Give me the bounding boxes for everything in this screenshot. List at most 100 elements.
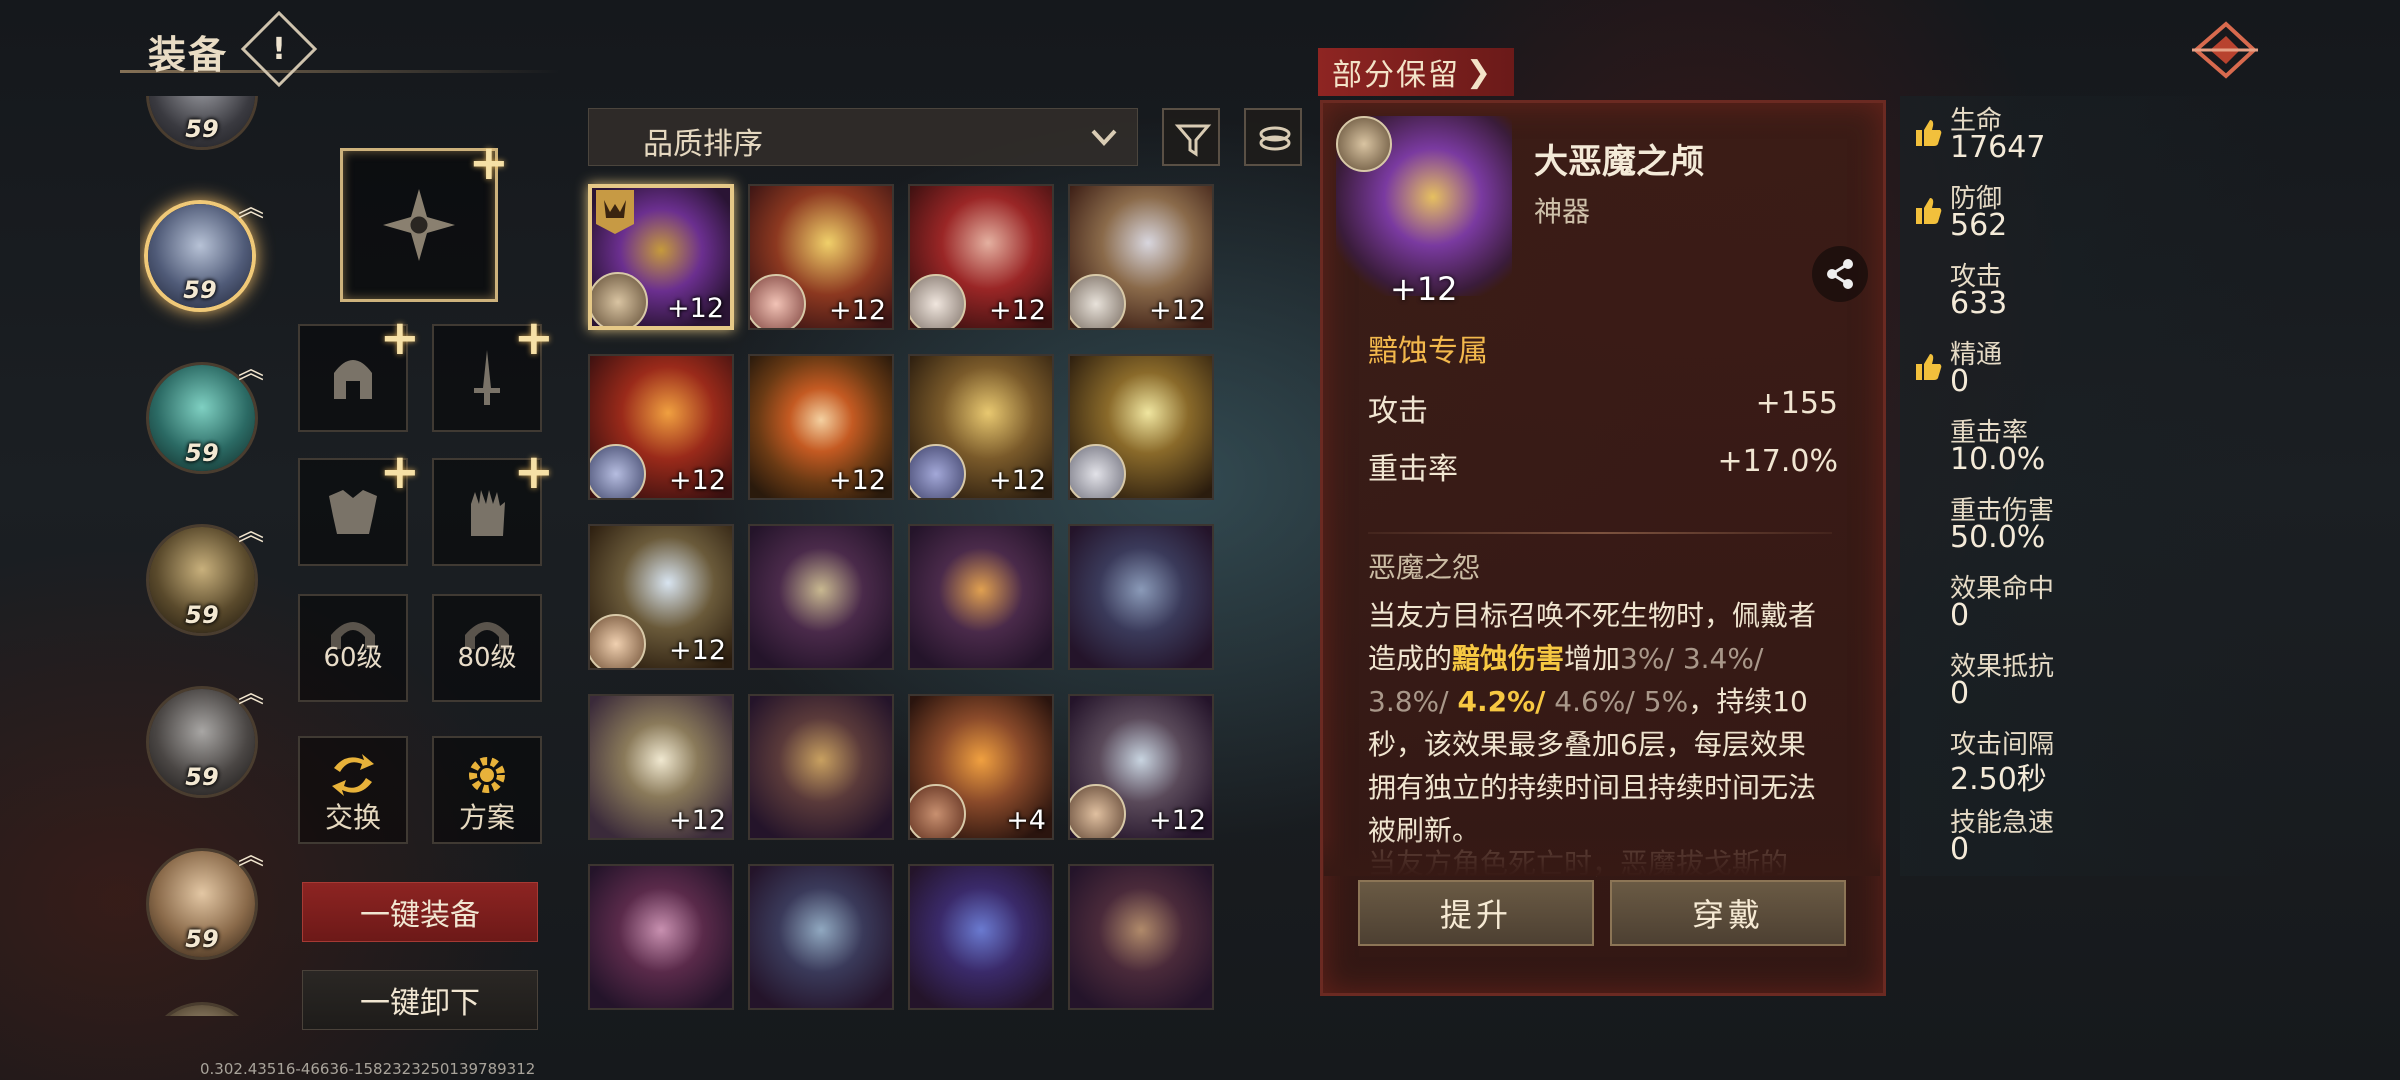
- add-plus-icon: +: [513, 310, 554, 366]
- filter-icon: [1174, 124, 1212, 157]
- gauntlet-icon: [471, 490, 505, 536]
- tier-value: 3.8%/: [1368, 685, 1449, 718]
- armor-slot[interactable]: +: [298, 444, 420, 566]
- owner-avatar: [1336, 116, 1392, 172]
- page-title: 装备: [148, 33, 229, 77]
- rank-chevron-icon: ︽: [237, 517, 264, 547]
- artifact-slot[interactable]: +: [340, 135, 509, 302]
- inventory-item-spinning-top[interactable]: [748, 694, 894, 840]
- enhance-level: +12: [669, 465, 726, 496]
- hero-level: 59: [185, 601, 219, 629]
- inventory-item-flame-spear[interactable]: +12: [588, 354, 734, 500]
- swap-button[interactable]: 交换: [298, 736, 408, 844]
- inventory-item-silver-breastplate[interactable]: +12: [1068, 184, 1214, 330]
- enhance-level: +12: [829, 465, 886, 496]
- unequip-all-button[interactable]: 一键卸下: [302, 970, 538, 1030]
- tier-value: 4.6%/: [1554, 685, 1635, 718]
- level-80-slot[interactable]: 80级: [432, 594, 542, 702]
- upgrade-button[interactable]: 提升: [1358, 880, 1594, 946]
- enhance-level: +12: [669, 635, 726, 666]
- dismantle-button[interactable]: [1244, 108, 1302, 166]
- inventory-item-war-banner[interactable]: [748, 864, 894, 1010]
- inventory-item-crystal-bloom[interactable]: [588, 864, 734, 1010]
- stat-value-crit-rate: 10.0%: [1950, 442, 2046, 477]
- inventory-item-gem-collar[interactable]: [908, 864, 1054, 1010]
- partial-retain-tab[interactable]: 部分保留 ❯: [1318, 48, 1514, 96]
- preset-button[interactable]: 方案: [432, 736, 542, 844]
- inventory-item-demon-helm[interactable]: +12: [588, 184, 734, 330]
- inventory-item-golden-scepter[interactable]: +12: [748, 184, 894, 330]
- owner-avatar: [910, 274, 966, 328]
- owner-avatar: [910, 784, 966, 838]
- inventory-item-candle[interactable]: [1068, 354, 1214, 500]
- sort-label: 品质排序: [643, 127, 763, 162]
- back-button[interactable]: [2190, 18, 2260, 82]
- owner-avatar: [1070, 274, 1126, 328]
- hero-level: 59: [185, 763, 219, 791]
- swap-label: 交换: [324, 801, 381, 834]
- helmet-slot[interactable]: +: [298, 310, 420, 432]
- gloves-slot[interactable]: +: [432, 444, 554, 566]
- hero-level: 59: [183, 276, 217, 304]
- thumbs-up-icon: [1916, 354, 1942, 380]
- rank-chevron-icon: ︽: [237, 193, 264, 223]
- inventory-item-bone[interactable]: [748, 524, 894, 670]
- item-stat-label: 攻击: [1368, 394, 1428, 429]
- preset-label: 方案: [458, 801, 515, 834]
- item-stat-value: +17.0%: [1717, 444, 1838, 479]
- tier-value: 3%/: [1620, 642, 1674, 675]
- owner-avatar: [910, 444, 966, 498]
- tier-value-current: 4.2%/: [1457, 685, 1546, 718]
- hero-portrait[interactable]: [146, 1002, 258, 1016]
- info-button[interactable]: !: [240, 10, 318, 88]
- hero-level: 59: [185, 115, 219, 143]
- weapon-slot[interactable]: +: [432, 310, 554, 432]
- rank-chevron-icon: ︽: [237, 355, 264, 385]
- enhance-level: +12: [669, 805, 726, 836]
- desc-highlight: 黯蚀伤害: [1452, 642, 1565, 675]
- stat-value-crit-damage: 50.0%: [1950, 520, 2046, 555]
- stat-value-hp: 17647: [1950, 130, 2046, 165]
- scroll-fade: [1324, 836, 1880, 876]
- class-badge-icon: [596, 190, 634, 234]
- hero-level: 59: [185, 925, 219, 953]
- share-icon: [1827, 259, 1853, 289]
- partial-retain-label: 部分保留: [1332, 58, 1460, 93]
- stat-value-attack: 633: [1950, 286, 2008, 321]
- owner-avatar: [1070, 784, 1126, 838]
- stat-value-skill-haste: 0: [1950, 832, 1970, 867]
- inventory-item-crystal-mace[interactable]: +12: [588, 524, 734, 670]
- back-emblem-icon: [2192, 21, 2258, 79]
- sort-dropdown[interactable]: 品质排序: [588, 108, 1138, 166]
- helmet-icon: [334, 360, 372, 399]
- compass-star-icon: [383, 189, 455, 261]
- stat-value-defense: 562: [1950, 208, 2008, 243]
- owner-avatar: [590, 614, 646, 668]
- filter-button[interactable]: [1162, 108, 1220, 166]
- version-text: 0.302.43516-46636-1582323250139789312: [200, 1060, 536, 1078]
- level-60-slot[interactable]: 60级: [298, 594, 408, 702]
- inventory-item-fire-shield[interactable]: +4: [908, 694, 1054, 840]
- chevron-right-icon: ❯: [1466, 54, 1494, 90]
- inventory-item-dark-cape[interactable]: [1068, 524, 1214, 670]
- add-plus-icon: +: [513, 444, 554, 500]
- hero-portrait[interactable]: 59: [146, 96, 258, 150]
- enhance-level: +12: [1149, 805, 1206, 836]
- inventory-item-horns[interactable]: [1068, 864, 1214, 1010]
- inventory-item-holy-tome[interactable]: +12: [588, 694, 734, 840]
- stat-value-attack-interval: 2.50秒: [1950, 762, 2047, 797]
- share-button[interactable]: [1812, 246, 1868, 302]
- wear-button[interactable]: 穿戴: [1610, 880, 1846, 946]
- inventory-item-eye-relic[interactable]: +12: [908, 184, 1054, 330]
- owner-avatar: [1070, 444, 1126, 498]
- inventory-item-eyeball-orb[interactable]: +12: [748, 354, 894, 500]
- inventory-item-harp[interactable]: +12: [1068, 694, 1214, 840]
- equip-all-button[interactable]: 一键装备: [302, 882, 538, 942]
- item-stat-row: 攻击 +155: [1368, 386, 1838, 430]
- owner-avatar: [590, 444, 646, 498]
- add-plus-icon: +: [468, 135, 509, 191]
- rings-icon: [1259, 126, 1291, 151]
- inventory-item-fire-bow[interactable]: [908, 524, 1054, 670]
- chevron-down-icon: [1091, 129, 1117, 146]
- inventory-item-golden-chalice[interactable]: +12: [908, 354, 1054, 500]
